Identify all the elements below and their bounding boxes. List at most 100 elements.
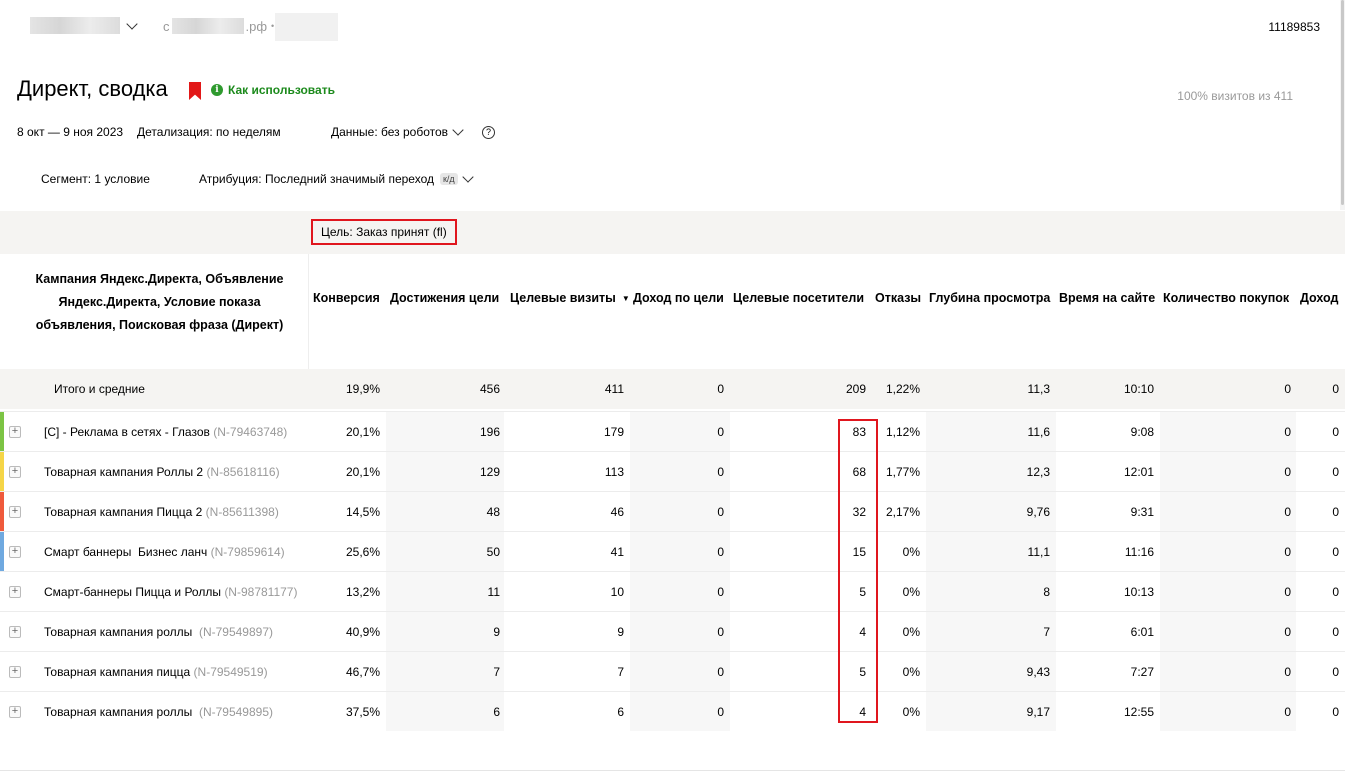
column-header-goal-visits[interactable]: Целевые визиты ▼ <box>510 291 630 305</box>
expand-icon[interactable]: + <box>9 706 21 718</box>
campaign-name[interactable]: Товарная кампания Роллы 2 (N-85618116) <box>44 452 280 492</box>
table-row[interactable]: + Товарная кампания Роллы 2 (N-85618116) 2… <box>0 451 1345 492</box>
sort-desc-icon: ▼ <box>621 294 630 303</box>
scrollbar-thumb[interactable] <box>1341 0 1344 205</box>
attribution-badge: к/д <box>439 173 458 185</box>
campaign-name[interactable]: Смарт-баннеры Пицца и Роллы (N-98781177) <box>44 572 297 612</box>
table-cell: 0 <box>717 425 724 439</box>
column-divider <box>308 254 309 369</box>
column-shade <box>1160 532 1296 571</box>
visits-share: 100% визитов из 411 <box>1177 89 1293 103</box>
info-icon: i <box>211 84 223 96</box>
expand-icon[interactable]: + <box>9 506 21 518</box>
table-cell: 9,43 <box>1026 665 1050 679</box>
campaign-title: Товарная кампания роллы <box>44 705 196 719</box>
domain-suffix: .рф <box>245 18 268 34</box>
table-cell: 0 <box>717 465 724 479</box>
domain-prefix: с <box>163 18 170 34</box>
table-cell: 0 <box>1332 465 1339 479</box>
campaign-id: (N-79549895) <box>198 705 273 719</box>
data-filter-dropdown[interactable]: Данные: без роботов <box>331 124 464 139</box>
how-to-use-label: Как использовать <box>228 83 335 97</box>
help-icon[interactable]: ? <box>482 126 495 139</box>
table-cell: 11,6 <box>1027 425 1050 439</box>
goal-selector[interactable]: Цель: Заказ принят (fl) <box>311 219 457 245</box>
column-header-time[interactable]: Время на сайте <box>1059 291 1155 305</box>
campaign-id: (N-85611398) <box>205 505 279 519</box>
series-color-bar <box>0 412 4 452</box>
column-header-conversion[interactable]: Конверсия <box>313 291 380 305</box>
table-cell: 11,1 <box>1027 545 1050 559</box>
table-cell: 0 <box>717 545 724 559</box>
table-cell: 0 <box>1332 425 1339 439</box>
dimension-header[interactable]: Кампания Яндекс.Директа, Объявление Янде… <box>17 268 302 337</box>
expand-icon[interactable]: + <box>9 546 21 558</box>
totals-label: Итого и средние <box>54 382 145 396</box>
column-header-purchases[interactable]: Количество покупок <box>1163 291 1289 305</box>
table-cell: 10:13 <box>1123 585 1154 599</box>
totals-cell: 456 <box>479 382 500 396</box>
table-cell: 0 <box>717 705 724 719</box>
table-cell: 0 <box>717 625 724 639</box>
table-row[interactable]: + Товарная кампания роллы (N-79549897) 40,… <box>0 611 1345 651</box>
chevron-down-icon <box>452 124 464 136</box>
how-to-use-link[interactable]: i Как использовать <box>211 83 335 97</box>
attribution-dropdown[interactable]: Атрибуция: Последний значимый переход к/… <box>199 171 474 186</box>
table-row[interactable]: + [С] - Реклама в сетях - Глазов (N-79463… <box>0 411 1345 452</box>
segment-selector[interactable]: Сегмент: 1 условие <box>41 172 150 186</box>
expand-icon[interactable]: + <box>9 466 21 478</box>
detail-selector[interactable]: Детализация: по неделям <box>137 125 281 139</box>
column-header-goal-revenue[interactable]: Доход по цели <box>633 291 724 305</box>
table-cell: 41 <box>610 545 624 559</box>
table-cell: 6 <box>493 705 500 719</box>
table-cell: 7 <box>1043 625 1050 639</box>
campaign-name[interactable]: Товарная кампания пицца (N-79549519) <box>44 652 268 692</box>
detail-label: Детализация: по неделям <box>137 125 281 139</box>
data-filter-label: Данные: без роботов <box>331 125 449 139</box>
column-shade <box>1160 612 1296 651</box>
campaign-id: (N-79859614) <box>210 545 285 559</box>
column-shade <box>1160 412 1296 451</box>
column-header-revenue[interactable]: Доход <box>1300 291 1338 305</box>
table-row[interactable]: + Смарт баннеры Бизнес ланч (N-79859614) 2… <box>0 531 1345 572</box>
table-row[interactable]: + Товарная кампания пицца (N-79549519) 46,… <box>0 651 1345 691</box>
table-cell: 1,12% <box>885 425 920 439</box>
table-cell: 6 <box>617 705 624 719</box>
table-cell: 0 <box>1284 585 1291 599</box>
column-shade <box>1160 492 1296 531</box>
expand-icon[interactable]: + <box>9 426 21 438</box>
table-cell: 0 <box>1284 425 1291 439</box>
counter-selector[interactable] <box>30 17 138 34</box>
table-row[interactable]: + Товарная кампания роллы (N-79549895) 37,… <box>0 691 1345 731</box>
series-color-bar <box>0 492 4 532</box>
campaign-name[interactable]: Товарная кампания роллы (N-79549897) <box>44 612 273 652</box>
campaign-name[interactable]: Смарт баннеры Бизнес ланч (N-79859614) <box>44 532 285 572</box>
campaign-title: Товарная кампания пицца <box>44 665 191 679</box>
column-shade <box>926 612 1056 651</box>
expand-icon[interactable]: + <box>9 626 21 638</box>
expand-icon[interactable]: + <box>9 586 21 598</box>
column-shade <box>630 452 730 491</box>
table-cell: 7:27 <box>1130 665 1154 679</box>
column-shade <box>630 492 730 531</box>
chevron-down-icon <box>126 17 138 30</box>
table-row[interactable]: + Смарт-баннеры Пицца и Роллы (N-98781177… <box>0 571 1345 611</box>
totals-cell: 19,9% <box>345 382 380 396</box>
table-row[interactable]: + Товарная кампания Пицца 2 (N-85611398) 1… <box>0 491 1345 532</box>
column-shade <box>630 652 730 691</box>
column-header-depth[interactable]: Глубина просмотра <box>929 291 1050 305</box>
column-header-goal-reaches[interactable]: Достижения цели <box>390 291 499 305</box>
campaign-name[interactable]: Товарная кампания Пицца 2 (N-85611398) <box>44 492 279 532</box>
table-cell: 25,6% <box>345 545 380 559</box>
column-header-bounce[interactable]: Отказы <box>875 291 921 305</box>
bookmark-icon[interactable] <box>189 82 201 100</box>
expand-icon[interactable]: + <box>9 666 21 678</box>
campaign-name[interactable]: [С] - Реклама в сетях - Глазов (N-794637… <box>44 412 287 452</box>
table-cell: 9 <box>493 625 500 639</box>
campaign-name[interactable]: Товарная кампания роллы (N-79549895) <box>44 692 273 732</box>
table-cell: 113 <box>604 465 624 479</box>
date-range[interactable]: 8 окт — 9 ноя 2023 <box>17 125 123 139</box>
column-header-goal-users[interactable]: Целевые посетители <box>733 291 864 305</box>
table-cell: 0% <box>902 705 920 719</box>
table-cell: 12,3 <box>1026 465 1050 479</box>
